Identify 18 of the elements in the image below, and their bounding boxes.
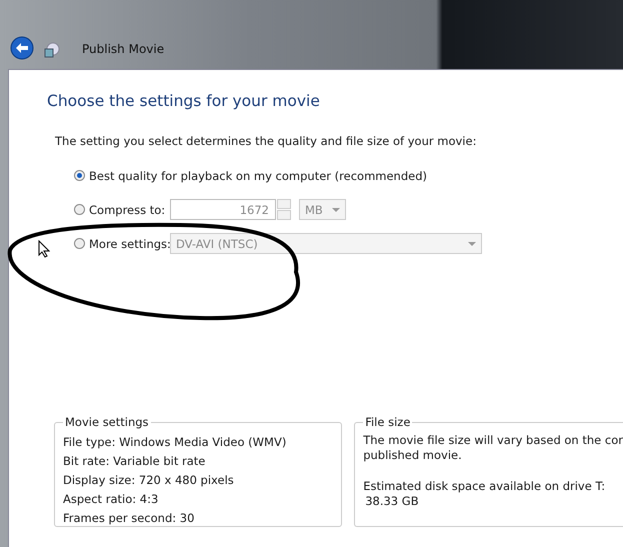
mouse-cursor-icon [38,240,50,258]
page-heading: Choose the settings for your movie [47,92,321,110]
setting-text: Display size: 720 x 480 pixels [63,472,235,489]
setting-text: Aspect ratio: 4:3 [63,491,160,508]
group-title: File size [364,415,412,429]
description-text: The setting you select determines the quality and file size of your movie: [55,134,478,148]
window-title: Publish Movie [82,42,164,56]
setting-text: Bit rate: Variable bit rate [63,453,206,470]
setting-text: Frames per second: 30 [63,510,196,527]
back-button[interactable] [10,36,36,62]
disk-space-label: Estimated disk space available on drive T: [363,479,606,494]
group-title: Movie settings [64,415,150,429]
radio-button[interactable]: Best quality for playback on my computer (recommended) [74,168,428,182]
info-text: published movie. [363,448,463,463]
film-disc-icon [44,42,60,58]
disk-space-value: 38.33 GB [364,494,420,509]
info-text: The movie file size will vary based on the cor [363,433,623,448]
setting-text: File type: Windows Media Video (WMV) [63,434,288,451]
